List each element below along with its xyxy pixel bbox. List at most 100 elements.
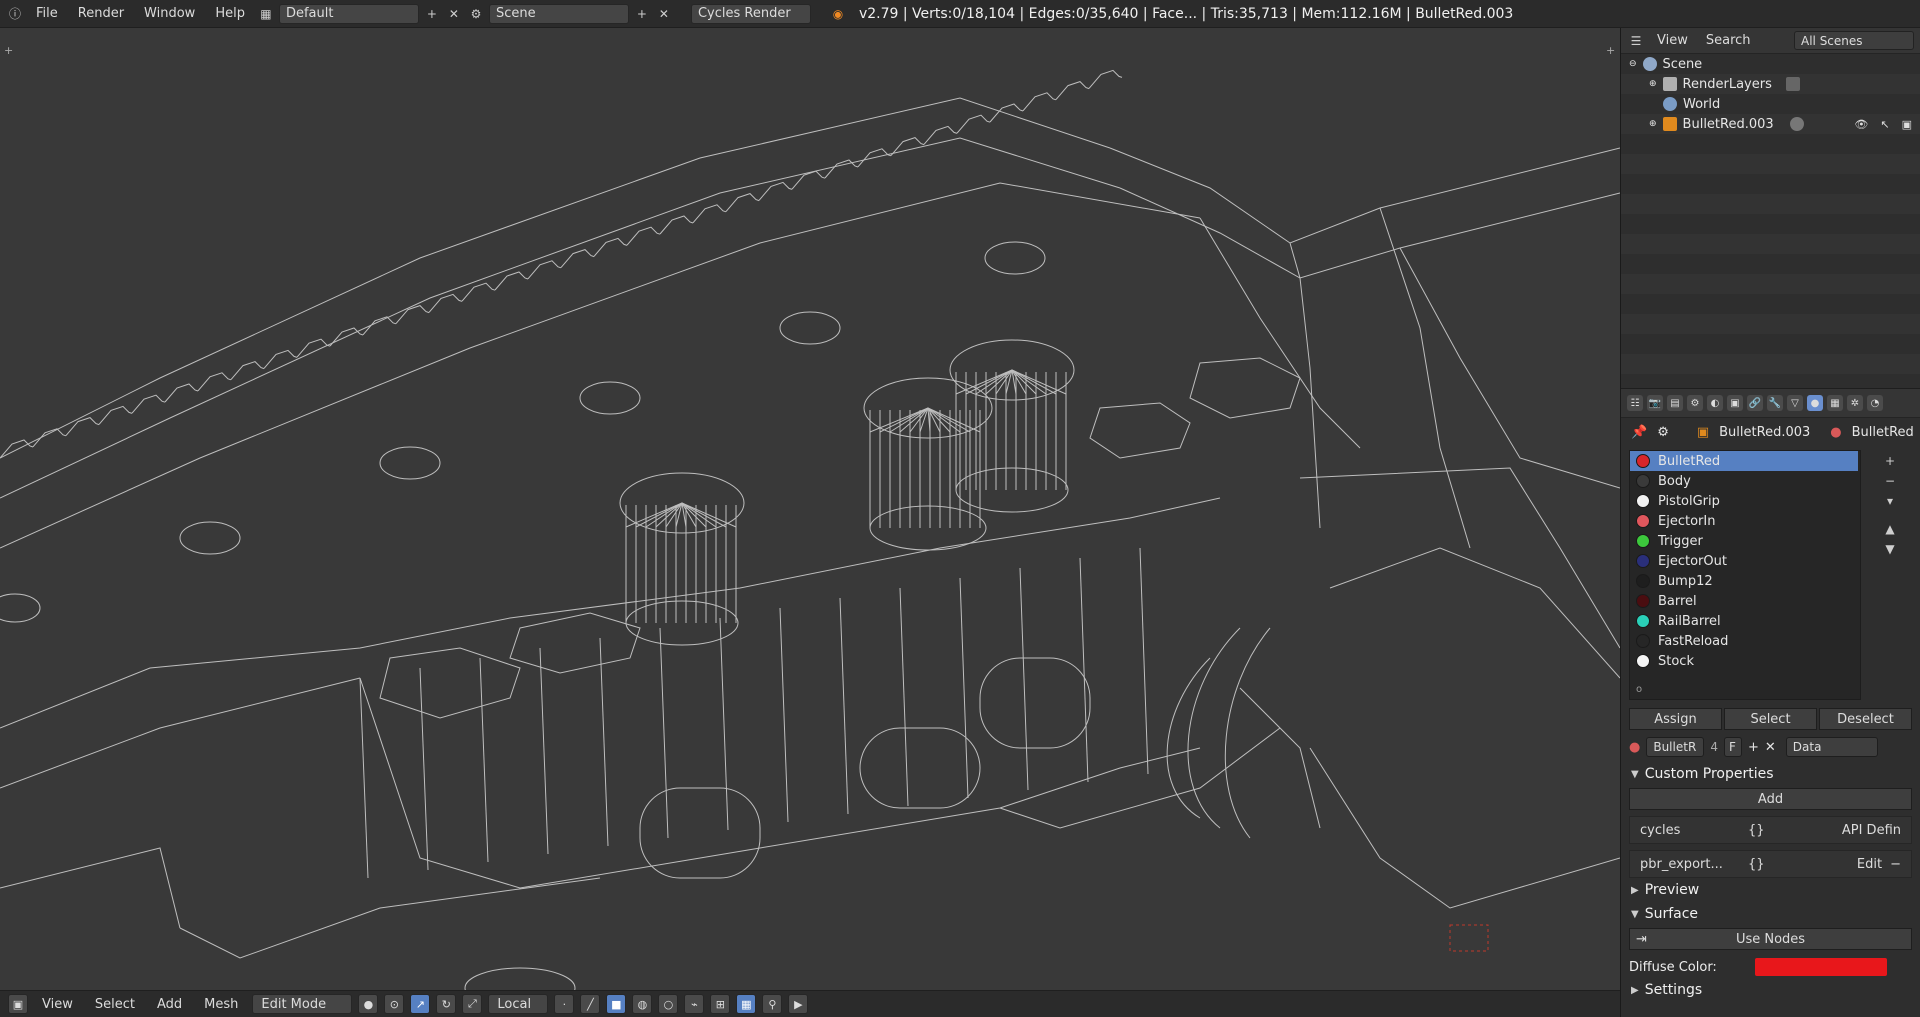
- material-slot[interactable]: Barrel: [1630, 591, 1860, 611]
- material-link-selector[interactable]: Data: [1785, 737, 1878, 757]
- new-material-icon[interactable]: +: [1748, 740, 1759, 755]
- custom-properties-panel-header[interactable]: ▼ Custom Properties: [1621, 762, 1920, 786]
- material-tab-icon[interactable]: ●: [1807, 395, 1823, 411]
- proportional-edit-icon[interactable]: ○: [658, 994, 679, 1014]
- menu-view[interactable]: View: [34, 997, 81, 1012]
- manipulator-rotate-icon[interactable]: ↻: [436, 994, 457, 1014]
- renderable-camera-icon[interactable]: ▣: [1902, 118, 1912, 131]
- material-name-field[interactable]: BulletR: [1646, 737, 1705, 757]
- manipulator-scale-icon[interactable]: ⤢: [462, 994, 483, 1014]
- tree-item-renderlayers[interactable]: ⊕ RenderLayers: [1621, 74, 1920, 94]
- object-tab-icon[interactable]: ▣: [1727, 395, 1743, 411]
- slot-specials-icon[interactable]: ▾: [1881, 492, 1899, 510]
- editor-type-icon[interactable]: ▣: [8, 994, 28, 1014]
- region-toggle-plus-left[interactable]: +: [4, 44, 13, 57]
- add-layout-icon[interactable]: +: [423, 5, 441, 23]
- move-slot-up-icon[interactable]: ▲: [1881, 520, 1899, 538]
- material-slot[interactable]: EjectorIn: [1630, 511, 1860, 531]
- unlink-material-icon[interactable]: ✕: [1765, 740, 1776, 755]
- info-editor-icon[interactable]: ⓘ: [6, 5, 24, 23]
- expand-icon[interactable]: ⊕: [1649, 119, 1657, 129]
- outliner-menu-search[interactable]: Search: [1700, 33, 1757, 48]
- selectable-arrow-icon[interactable]: ↖: [1880, 118, 1889, 131]
- menu-window[interactable]: Window: [136, 6, 203, 21]
- deselect-button[interactable]: Deselect: [1819, 708, 1912, 730]
- fake-user-toggle[interactable]: F: [1723, 737, 1742, 757]
- pin-icon[interactable]: 📌: [1631, 425, 1647, 440]
- snap-element-icon[interactable]: ⊞: [710, 994, 731, 1014]
- render-icon[interactable]: ⚲: [762, 994, 783, 1014]
- limit-selection-icon[interactable]: ◍: [632, 994, 653, 1014]
- menu-mesh[interactable]: Mesh: [196, 997, 246, 1012]
- material-slots-list[interactable]: BulletRed Body PistolGrip EjectorIn Trigger E…: [1629, 450, 1861, 700]
- preview-panel-header[interactable]: ▶ Preview: [1621, 878, 1920, 902]
- remove-property-icon[interactable]: −: [1890, 857, 1901, 872]
- diffuse-color-swatch[interactable]: [1755, 958, 1887, 976]
- face-select-icon[interactable]: ■: [606, 994, 627, 1014]
- add-scene-icon[interactable]: +: [633, 5, 651, 23]
- remove-slot-icon[interactable]: −: [1881, 472, 1899, 490]
- tree-item-world[interactable]: World: [1621, 94, 1920, 114]
- scene-icon[interactable]: ⚙: [467, 5, 485, 23]
- close-layout-icon[interactable]: ✕: [445, 5, 463, 23]
- material-slot[interactable]: EjectorOut: [1630, 551, 1860, 571]
- visibility-eye-icon[interactable]: 👁: [1854, 118, 1868, 131]
- material-slot[interactable]: PistolGrip: [1630, 491, 1860, 511]
- material-users-count[interactable]: 4: [1710, 740, 1718, 754]
- material-slot[interactable]: Stock: [1630, 651, 1860, 671]
- select-button[interactable]: Select: [1724, 708, 1817, 730]
- pivot-point-icon[interactable]: ⊙: [384, 994, 405, 1014]
- assign-button[interactable]: Assign: [1629, 708, 1722, 730]
- material-slot[interactable]: FastReload: [1630, 631, 1860, 651]
- material-slot[interactable]: BulletRed: [1630, 451, 1858, 471]
- move-slot-down-icon[interactable]: ▼: [1881, 540, 1899, 558]
- 3d-viewport[interactable]: + +: [0, 28, 1620, 990]
- material-slot[interactable]: Bump12: [1630, 571, 1860, 591]
- menu-render[interactable]: Render: [70, 6, 132, 21]
- settings-panel-header[interactable]: ▶ Settings: [1621, 978, 1920, 1002]
- data-tab-icon[interactable]: ▽: [1787, 395, 1803, 411]
- snap-target-icon[interactable]: ▦: [736, 994, 757, 1014]
- modifiers-tab-icon[interactable]: 🔧: [1767, 395, 1783, 411]
- menu-help[interactable]: Help: [207, 6, 253, 21]
- material-slot[interactable]: RailBarrel: [1630, 611, 1860, 631]
- properties-editor-icon[interactable]: ☷: [1627, 395, 1643, 411]
- render-layers-tab-icon[interactable]: ▤: [1667, 395, 1683, 411]
- physics-tab-icon[interactable]: ◔: [1867, 395, 1883, 411]
- world-tab-icon[interactable]: ◐: [1707, 395, 1723, 411]
- menu-file[interactable]: File: [28, 6, 66, 21]
- edit-property-button[interactable]: Edit: [1857, 857, 1882, 872]
- add-custom-property-button[interactable]: Add: [1629, 788, 1912, 810]
- edge-select-icon[interactable]: ╱: [580, 994, 601, 1014]
- material-slot[interactable]: Body: [1630, 471, 1860, 491]
- outliner-menu-view[interactable]: View: [1651, 33, 1694, 48]
- vertex-select-icon[interactable]: ·: [554, 994, 575, 1014]
- render-tab-icon[interactable]: 📷: [1647, 395, 1663, 411]
- material-slot[interactable]: Trigger: [1630, 531, 1860, 551]
- layout-selector[interactable]: Default: [278, 3, 419, 24]
- screen-layout-icon[interactable]: ▦: [257, 5, 275, 23]
- menu-select[interactable]: Select: [87, 997, 143, 1012]
- list-filter-icon[interactable]: o: [1636, 684, 1642, 695]
- surface-panel-header[interactable]: ▼ Surface: [1621, 902, 1920, 926]
- constraints-tab-icon[interactable]: 🔗: [1747, 395, 1763, 411]
- close-scene-icon[interactable]: ✕: [655, 5, 673, 23]
- tree-item-bulletred-003[interactable]: ⊕ BulletRed.003 👁 ↖ ▣: [1621, 114, 1920, 134]
- outliner-display-mode[interactable]: All Scenes: [1794, 31, 1914, 50]
- material-browse-icon[interactable]: ●: [1629, 740, 1640, 755]
- opengl-render-icon[interactable]: ▶: [788, 994, 809, 1014]
- menu-add[interactable]: Add: [149, 997, 190, 1012]
- particles-tab-icon[interactable]: ✲: [1847, 395, 1863, 411]
- scene-tab-icon[interactable]: ⚙: [1687, 395, 1703, 411]
- scene-selector[interactable]: Scene: [488, 3, 629, 24]
- shading-icon[interactable]: ●: [358, 994, 379, 1014]
- expand-icon[interactable]: ⊖: [1629, 59, 1637, 69]
- outliner-editor-icon[interactable]: ☰: [1627, 32, 1645, 50]
- manipulator-translate-icon[interactable]: ↗: [410, 994, 431, 1014]
- mode-selector[interactable]: Edit Mode: [252, 994, 353, 1014]
- snap-icon[interactable]: ⌁: [684, 994, 705, 1014]
- transform-orientation-selector[interactable]: Local: [488, 994, 549, 1014]
- expand-icon[interactable]: ⊕: [1649, 79, 1657, 89]
- region-toggle-plus-right[interactable]: +: [1606, 44, 1615, 57]
- tree-item-scene[interactable]: ⊖ Scene: [1621, 54, 1920, 74]
